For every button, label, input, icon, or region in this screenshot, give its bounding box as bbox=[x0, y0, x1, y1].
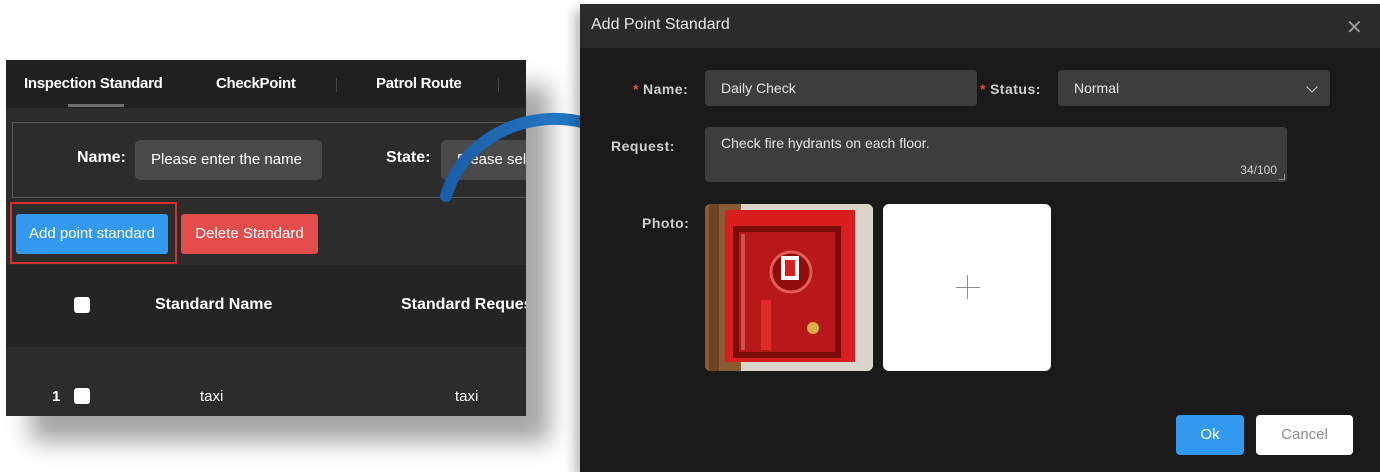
row-checkbox[interactable] bbox=[74, 388, 90, 404]
plus-icon-vertical bbox=[967, 275, 968, 299]
add-point-standard-button[interactable]: Add point standard bbox=[16, 214, 168, 254]
close-icon[interactable]: ✕ bbox=[1346, 18, 1363, 38]
name-filter-label: Name: bbox=[77, 149, 126, 166]
status-label: * Status: bbox=[980, 81, 1041, 97]
row-index: 1 bbox=[52, 388, 61, 405]
name-label-text: Name: bbox=[642, 81, 689, 97]
fire-hydrant-cabinet-image bbox=[705, 204, 873, 371]
photo-label: Photo: bbox=[642, 215, 690, 231]
request-textarea[interactable]: Check fire hydrants on each floor. 34/10… bbox=[705, 127, 1287, 182]
tab-divider bbox=[336, 78, 337, 92]
row-standard-request: taxi bbox=[455, 388, 479, 405]
status-label-text: Status: bbox=[989, 81, 1041, 97]
state-filter-label: State: bbox=[386, 149, 431, 166]
screenshot-root: Inspection Standard CheckPoint Patrol Ro… bbox=[0, 0, 1380, 472]
request-text: Check fire hydrants on each floor. bbox=[721, 135, 930, 151]
chevron-down-icon bbox=[1306, 81, 1318, 93]
tab-inspection-standard[interactable]: Inspection Standard bbox=[24, 75, 163, 92]
ok-button[interactable]: Ok bbox=[1176, 415, 1244, 455]
delete-standard-button[interactable]: Delete Standard bbox=[181, 214, 318, 254]
dialog-header: Add Point Standard ✕ bbox=[580, 4, 1380, 48]
tab-checkpoint[interactable]: CheckPoint bbox=[216, 75, 296, 92]
upload-photo-button[interactable] bbox=[883, 204, 1051, 371]
required-marker: * bbox=[980, 81, 986, 97]
status-select[interactable]: Normal bbox=[1058, 70, 1330, 106]
tab-patrol-route[interactable]: Patrol Route bbox=[376, 75, 462, 92]
column-header-standard-name[interactable]: Standard Name bbox=[155, 296, 272, 314]
row-standard-name: taxi bbox=[200, 388, 224, 405]
required-marker: * bbox=[633, 81, 639, 97]
name-input[interactable]: Daily Check bbox=[705, 70, 977, 106]
character-counter: 34/100 bbox=[1240, 163, 1277, 177]
add-point-standard-dialog: Add Point Standard ✕ * Name: Daily Check … bbox=[580, 4, 1380, 472]
tab-divider bbox=[498, 78, 499, 92]
column-header-standard-request[interactable]: Standard Reques bbox=[401, 296, 526, 314]
select-all-checkbox[interactable] bbox=[74, 297, 90, 313]
status-selected-value: Normal bbox=[1074, 80, 1120, 96]
plus-icon bbox=[956, 287, 980, 288]
name-filter-input[interactable]: Please enter the name bbox=[135, 140, 322, 180]
active-tab-indicator bbox=[68, 104, 124, 107]
resize-handle-icon[interactable] bbox=[1279, 174, 1285, 180]
dialog-title: Add Point Standard bbox=[591, 16, 730, 33]
request-label: Request: bbox=[611, 138, 675, 154]
name-label: * Name: bbox=[633, 81, 688, 97]
cancel-button[interactable]: Cancel bbox=[1256, 415, 1353, 455]
uploaded-photo-thumbnail[interactable] bbox=[705, 204, 873, 371]
